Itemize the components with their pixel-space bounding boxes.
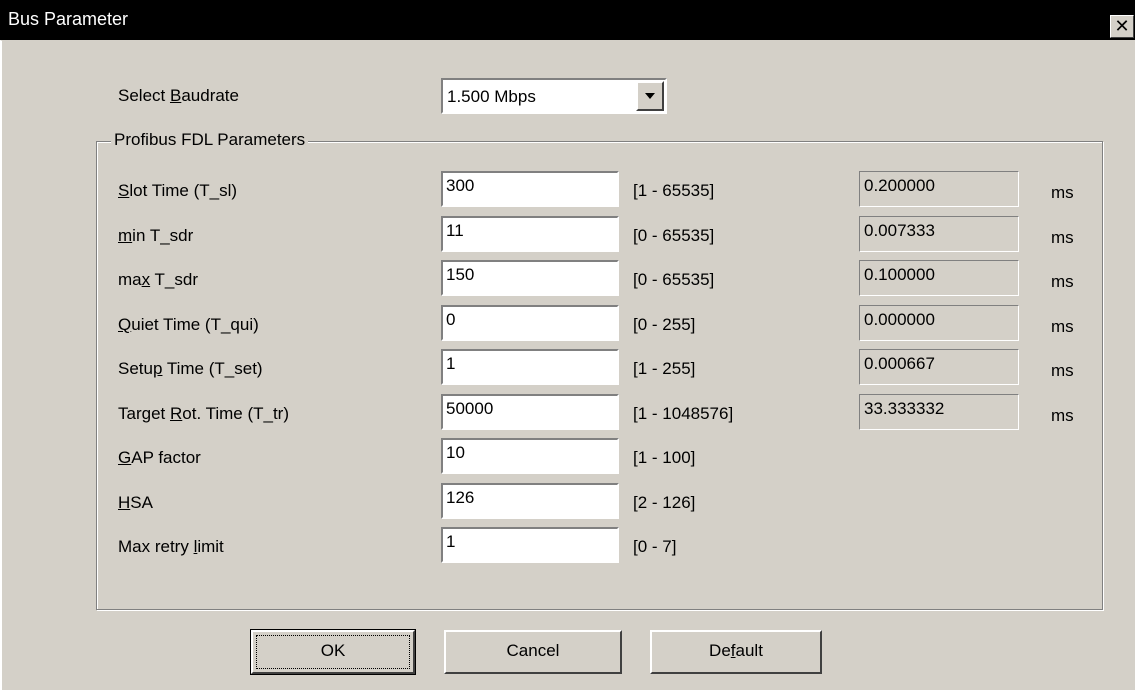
group-title: Profibus FDL Parameters — [111, 130, 309, 150]
baudrate-label-accel: B — [169, 86, 182, 105]
parameter-row: Slot Time (T_sl) 300 [1 - 65535] 0.200000 ms — [0, 171, 1135, 211]
parameter-label: Setup Time (T_set) — [118, 359, 263, 379]
baudrate-label: Select Baudrate — [118, 86, 239, 106]
parameter-range: [1 - 65535] — [633, 181, 715, 200]
parameter-label: GAP factor — [118, 448, 201, 468]
unit-label: ms — [1051, 228, 1074, 247]
unit-label: ms — [1051, 183, 1074, 202]
parameter-label: min T_sdr — [118, 226, 193, 246]
parameter-row: Target Rot. Time (T_tr) 50000 [1 - 1048576… — [0, 394, 1135, 434]
default-label-text: De — [709, 641, 731, 660]
baudrate-select[interactable]: 1.500 Mbps — [441, 78, 667, 114]
parameter-range: [1 - 100] — [633, 448, 696, 467]
parameter-label: Max retry limit — [118, 537, 224, 557]
parameter-input[interactable]: 50000 — [441, 394, 619, 430]
parameter-row: min T_sdr 11 [0 - 65535] 0.007333 ms — [0, 216, 1135, 256]
parameter-label-key: m — [118, 226, 133, 245]
parameter-range: [0 - 65535] — [633, 270, 715, 289]
cancel-button[interactable]: Cancel — [444, 630, 622, 674]
parameter-input[interactable]: 1 — [441, 527, 619, 563]
parameter-label-post: in T_sdr — [132, 226, 194, 245]
parameter-label-key: S — [118, 181, 130, 200]
unit-label: ms — [1051, 317, 1074, 336]
computed-time-field: 33.333332 — [859, 394, 1019, 430]
baudrate-label-text: Select — [118, 86, 170, 105]
computed-time-field: 0.200000 — [859, 171, 1019, 207]
parameter-row: max T_sdr 150 [0 - 65535] 0.100000 ms — [0, 260, 1135, 300]
close-button[interactable]: ✕ — [1110, 15, 1134, 38]
unit-label: ms — [1051, 272, 1074, 291]
close-icon: ✕ — [1114, 16, 1130, 36]
parameter-input[interactable]: 11 — [441, 216, 619, 252]
parameter-input[interactable]: 0 — [441, 305, 619, 341]
computed-time-field: 0.000667 — [859, 349, 1019, 385]
unit-label: ms — [1051, 361, 1074, 380]
parameter-input[interactable]: 150 — [441, 260, 619, 296]
parameter-label-pre: Setu — [118, 359, 153, 378]
parameter-row: GAP factor 10 [1 - 100] — [0, 438, 1135, 478]
parameter-range: [0 - 255] — [633, 315, 696, 334]
parameter-label-pre: Target — [118, 404, 170, 423]
baudrate-selected-value: 1.500 Mbps — [447, 87, 536, 106]
parameter-label: Slot Time (T_sl) — [118, 181, 237, 201]
ok-button[interactable]: OK — [250, 629, 416, 675]
parameter-range: [0 - 7] — [633, 537, 677, 556]
parameter-label-pre: ma — [118, 270, 142, 289]
parameter-label: Target Rot. Time (T_tr) — [118, 404, 289, 424]
parameter-input[interactable]: 1 — [441, 349, 619, 385]
parameter-input[interactable]: 126 — [441, 483, 619, 519]
default-button[interactable]: Default — [650, 630, 822, 674]
dropdown-button[interactable] — [636, 81, 664, 111]
parameter-label-post: lot Time (T_sl) — [129, 181, 238, 200]
baudrate-label-rest: audrate — [181, 86, 239, 105]
cancel-label: Cancel — [506, 641, 560, 660]
computed-time-field: 0.000000 — [859, 305, 1019, 341]
parameter-range: [0 - 65535] — [633, 226, 715, 245]
title-bar: Bus Parameter ✕ — [0, 0, 1135, 40]
parameter-row: HSA 126 [2 - 126] — [0, 483, 1135, 523]
parameter-label-post: ot. Time (T_tr) — [182, 404, 289, 423]
parameter-label: HSA — [118, 493, 153, 513]
parameter-input[interactable]: 10 — [441, 438, 619, 474]
parameter-label-key: R — [169, 404, 183, 423]
parameter-label-post: SA — [130, 493, 153, 512]
window-title: Bus Parameter — [8, 9, 129, 29]
parameter-label-key: Q — [118, 315, 132, 334]
parameter-label-key: G — [118, 448, 132, 467]
computed-time-field: 0.007333 — [859, 216, 1019, 252]
parameter-label: Quiet Time (T_qui) — [118, 315, 259, 335]
parameter-label-post: uiet Time (T_qui) — [131, 315, 259, 334]
parameter-label-post: T_sdr — [150, 270, 198, 289]
parameter-input[interactable]: 300 — [441, 171, 619, 207]
parameter-label-key: H — [118, 493, 131, 512]
chevron-down-icon — [645, 93, 655, 99]
parameter-label: max T_sdr — [118, 270, 198, 290]
parameter-row: Max retry limit 1 [0 - 7] — [0, 527, 1135, 567]
parameter-label-post: imit — [197, 537, 224, 556]
parameter-label-key: x — [141, 270, 151, 289]
parameter-range: [1 - 1048576] — [633, 404, 734, 423]
parameter-label-pre: Max retry — [118, 537, 194, 556]
parameter-range: [1 - 255] — [633, 359, 696, 378]
computed-time-field: 0.100000 — [859, 260, 1019, 296]
parameter-range: [2 - 126] — [633, 493, 696, 512]
parameter-label-post: Time (T_set) — [162, 359, 263, 378]
default-label: Default — [709, 641, 763, 660]
parameter-label-post: AP factor — [131, 448, 201, 467]
ok-label: OK — [320, 641, 346, 660]
parameter-row: Quiet Time (T_qui) 0 [0 - 255] 0.000000 ms — [0, 305, 1135, 345]
unit-label: ms — [1051, 406, 1074, 425]
default-label-rest: ault — [735, 641, 763, 660]
parameter-row: Setup Time (T_set) 1 [1 - 255] 0.000667 ms — [0, 349, 1135, 389]
